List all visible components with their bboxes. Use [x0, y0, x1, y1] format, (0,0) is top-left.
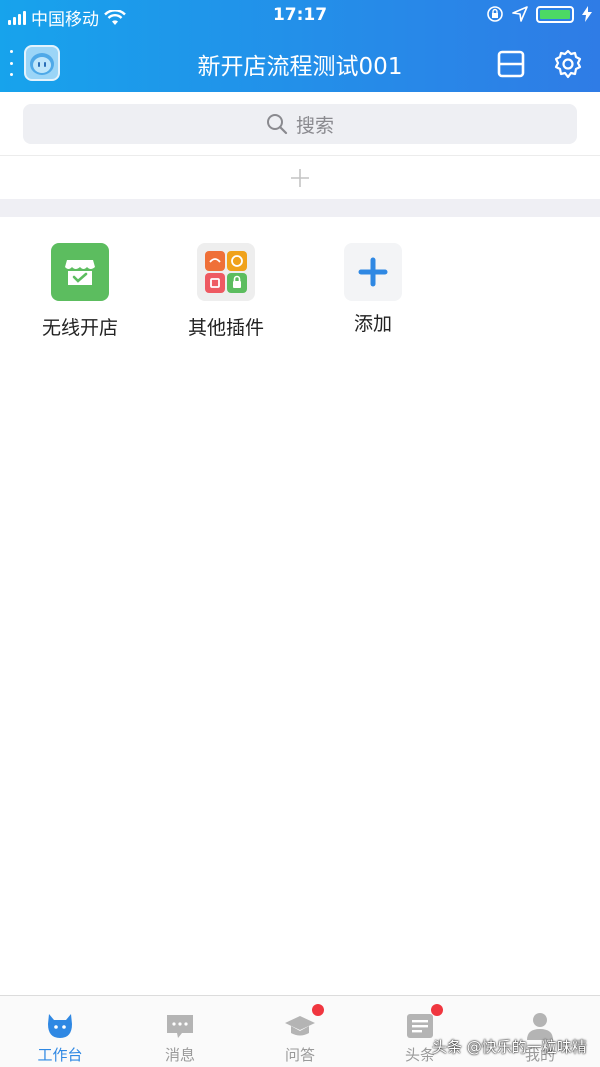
search-icon: [266, 114, 288, 135]
store-icon: [51, 243, 109, 301]
page-title: 新开店流程测试001: [197, 54, 403, 80]
tab-messages[interactable]: 消息: [120, 996, 240, 1067]
add-strip[interactable]: [0, 157, 600, 199]
charging-icon: [582, 6, 592, 22]
app-add[interactable]: 添加: [308, 243, 438, 336]
app-label: 添加: [353, 313, 392, 335]
app-other-plugins[interactable]: 其他插件: [161, 243, 291, 340]
app-label: 无线开店: [41, 317, 118, 339]
badge-dot: [312, 1004, 324, 1016]
search-section: 搜索: [0, 92, 600, 156]
header: 中国移动 17:17 新开店流程测试001: [0, 0, 600, 92]
navbar: 新开店流程测试001: [0, 40, 600, 88]
tab-qa[interactable]: 问答: [240, 996, 360, 1067]
graduation-cap-icon: [285, 1016, 315, 1036]
plugins-grid-icon: [197, 243, 255, 301]
search-placeholder: 搜索: [295, 114, 334, 137]
app-grid: 无线开店 其他插件 添加: [0, 217, 600, 357]
watermark: 头条 @快乐的一粒味精: [432, 1038, 587, 1056]
badge-dot: [431, 1004, 443, 1016]
app-wireless-store[interactable]: 无线开店: [15, 243, 145, 340]
search-input[interactable]: 搜索: [23, 104, 577, 144]
plus-icon: [291, 169, 309, 187]
plus-icon: [344, 243, 402, 301]
gear-icon[interactable]: [553, 49, 583, 79]
more-dots-icon[interactable]: [6, 50, 16, 76]
scan-icon[interactable]: [496, 49, 526, 79]
app-label: 其他插件: [187, 317, 264, 339]
tab-label: 问答: [284, 1046, 315, 1064]
status-bar: 中国移动 17:17: [0, 0, 600, 30]
location-icon: [512, 6, 528, 22]
workbench-icon: [48, 1014, 72, 1038]
tab-label: 工作台: [37, 1046, 83, 1064]
battery-icon: [536, 5, 574, 23]
section-divider: [0, 199, 600, 217]
tab-label: 消息: [164, 1046, 195, 1064]
app-logo-icon[interactable]: [24, 45, 60, 81]
tab-workbench[interactable]: 工作台: [0, 996, 120, 1067]
rotation-lock-icon: [487, 6, 503, 22]
chat-icon: [167, 1015, 193, 1038]
